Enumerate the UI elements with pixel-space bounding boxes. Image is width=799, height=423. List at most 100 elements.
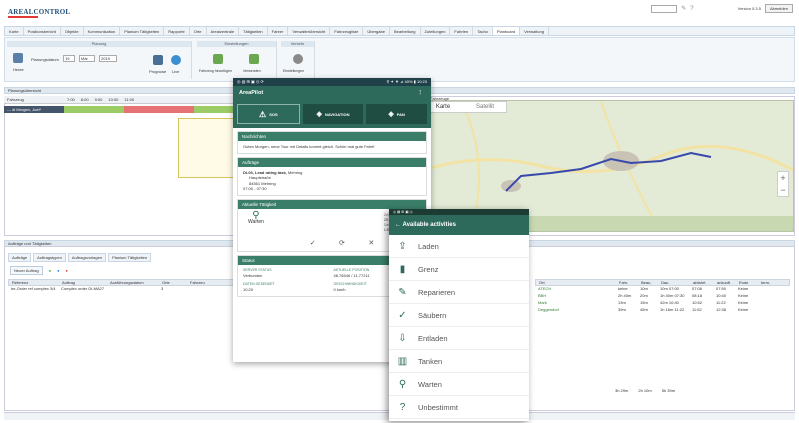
column-header[interactable]: abfahrt xyxy=(690,280,714,285)
messages-card[interactable]: Nachrichten Guten Morgen, neue Tour mit … xyxy=(237,131,427,154)
gear-icon[interactable] xyxy=(293,54,303,64)
nav-tab[interactable]: Planium Tätigkeiten xyxy=(120,27,165,35)
sos-button[interactable]: ⚠ SOS xyxy=(237,104,300,124)
footer-total: 3h 29m xyxy=(615,388,629,393)
logout-button[interactable]: Abmelden xyxy=(764,4,793,13)
nav-tab[interactable]: Übergabe xyxy=(363,27,390,35)
column-header[interactable]: Auftrag xyxy=(59,280,107,285)
grid-header: Fahrzeug 7:00 8:00 9:00 10:00 11:00 xyxy=(4,96,234,104)
grid-col-vehicle: Fahrzeug xyxy=(7,97,24,102)
table-cell: be-Order ref complex 3/4 xyxy=(11,286,56,291)
add-icon[interactable]: ● xyxy=(49,268,51,273)
live-icon[interactable] xyxy=(171,55,181,65)
laden-icon: ⇪ xyxy=(398,240,407,252)
cancel-icon[interactable]: ✕ xyxy=(368,239,374,247)
column-header[interactable]: Ende xyxy=(736,280,758,285)
säubern-icon: ✓ xyxy=(398,309,407,321)
nav-tab[interactable]: Fahrten xyxy=(450,27,474,35)
nav-tab[interactable]: Bearbeitung xyxy=(390,27,421,35)
orders-card[interactable]: Aufträge DI-03, Lead rating task, Mehrin… xyxy=(237,156,427,196)
stops-table-header: Ort Fahr. Beau. Dau. abfahrt ankunft Ende term. xyxy=(535,279,790,286)
calendar-icon[interactable] xyxy=(13,53,23,63)
grid-row-driver[interactable]: --- di Morgen, Joel* xyxy=(4,106,64,113)
today-button[interactable]: Heute xyxy=(13,67,24,72)
delete-icon[interactable]: ● xyxy=(66,268,68,273)
activity-label: Säubern xyxy=(418,310,447,320)
column-header[interactable]: Ort xyxy=(536,280,616,285)
table-cell: 07:50 xyxy=(716,286,727,291)
reparieren-icon: ✎ xyxy=(398,286,407,298)
activity-label: Unbestimmt xyxy=(418,402,459,412)
table-row[interactable]: Mark 13m 15m 42m 10:40 10:52 11:22 Keine xyxy=(535,300,790,307)
nav-tab[interactable]: Fahrzeugliste xyxy=(330,27,364,35)
tab-orders[interactable]: Auftragsvorlagen xyxy=(67,253,107,262)
table-cell xyxy=(106,286,158,293)
column-header[interactable]: Beau. xyxy=(638,280,658,285)
activity-item[interactable]: ✎ Reparieren xyxy=(389,281,529,304)
activities-list: ⇪ Laden ▮ Grenz ✎ Reparieren ✓ Säubern ⇩ Entladen… xyxy=(389,235,529,419)
table-row[interactable]: ATECH keine 10m 10m 07:00 07:06 07:50 Keine xyxy=(535,286,790,293)
table-row[interactable]: Deggendorf 39m 45m 1h 16m 11:22 11:52 12:38 Ke… xyxy=(535,307,790,314)
nav-tab[interactable]: Verwaltung xyxy=(520,27,549,35)
nav-tab[interactable]: Zuteilungen xyxy=(421,27,451,35)
activity-item[interactable]: ✓ Säubern xyxy=(389,304,529,327)
month-select[interactable]: Mär xyxy=(79,55,95,62)
nav-tab[interactable]: Fahrer xyxy=(268,27,289,35)
tab-orders[interactable]: Aufträge xyxy=(8,253,32,262)
column-header[interactable]: Ausführungsdatum xyxy=(107,280,159,285)
confirm-icon[interactable]: ✓ xyxy=(310,239,316,247)
nav-tab[interactable]: Positionsbericht xyxy=(24,27,61,35)
overflow-menu-icon[interactable]: ⋮ xyxy=(418,86,424,100)
nav-tab[interactable]: Tätigkeiten xyxy=(239,27,268,35)
live-label: Live xyxy=(172,69,180,74)
activity-item[interactable]: ⇪ Laden xyxy=(389,235,529,258)
nav-tab[interactable]: Planboard xyxy=(492,27,521,35)
activity-item[interactable]: ▥ Tanken xyxy=(389,350,529,373)
activity-item[interactable]: ⚲ Warten xyxy=(389,373,529,396)
column-header[interactable]: Referenz xyxy=(9,280,59,285)
activity-item[interactable]: ▮ Grenz xyxy=(389,258,529,281)
new-order-button[interactable]: Neuer Auftrag xyxy=(10,266,43,275)
add-vehicle-icon[interactable] xyxy=(213,54,223,64)
column-header[interactable]: Dau. xyxy=(658,280,690,285)
language-select[interactable] xyxy=(651,4,678,13)
activities-popup: ◎ ▤ ⊞ ▣ ◷ ← Available activities ⇪ Laden ▮… xyxy=(389,209,529,421)
activity-item[interactable]: ? Unbestimmt xyxy=(389,396,529,419)
help-icon[interactable]: ? xyxy=(690,6,693,12)
timeline-bar[interactable] xyxy=(194,106,234,113)
table-row[interactable]: BBH 2h 40m 20m 1h 40m 07:30 08:18 10:40 Keine xyxy=(535,293,790,300)
nav-tab[interactable]: Karte xyxy=(5,27,24,35)
column-header[interactable]: ankunft xyxy=(714,280,736,285)
tab-orders[interactable]: Planium Tätigkeiten xyxy=(108,253,152,262)
nav-tab[interactable]: Verwalterübersicht xyxy=(288,27,331,35)
day-field[interactable]: 19 xyxy=(63,55,75,62)
nav-tab[interactable]: Orte xyxy=(190,27,207,35)
pan-button[interactable]: ◈ PAN xyxy=(366,104,428,124)
refresh-icon[interactable]: ⟳ xyxy=(339,239,345,247)
column-header[interactable]: term. xyxy=(758,280,780,285)
map-tab-satellite[interactable]: Satellit xyxy=(464,102,506,112)
nav-tab[interactable]: Kommunikation xyxy=(84,27,121,35)
order-id: DI-03, Lead rating task, xyxy=(243,169,287,175)
nav-tab[interactable]: Objekte xyxy=(61,27,84,35)
edit-icon[interactable]: ✎ xyxy=(681,5,686,12)
vehicle-dropdown[interactable]: Fahrzeuge xyxy=(430,96,449,101)
navigation-button[interactable]: ◈ NAVIGATION xyxy=(302,104,364,124)
phone-app-bar: AreaPilot ⋮ xyxy=(233,86,431,100)
activity-item[interactable]: ⇩ Entladen xyxy=(389,327,529,350)
table-cell: 45m xyxy=(640,307,648,312)
nav-tab[interactable]: Tacho xyxy=(473,27,493,35)
prognosis-icon[interactable] xyxy=(153,55,163,65)
tab-orders[interactable]: Auftragstypen xyxy=(33,253,66,262)
column-header[interactable]: Orte xyxy=(159,280,187,285)
edit-icon[interactable]: ● xyxy=(57,268,59,273)
column-header[interactable]: Fahr. xyxy=(616,280,638,285)
timeline-bar[interactable] xyxy=(64,106,124,113)
timeline-bar[interactable] xyxy=(124,106,194,113)
column-header[interactable]: Fahrzeu xyxy=(187,280,217,285)
year-select[interactable]: 2019 xyxy=(99,55,117,62)
zoom-controls[interactable]: + − xyxy=(777,171,789,197)
nav-tab[interactable]: Arealzentrale xyxy=(207,27,240,35)
use-icon[interactable] xyxy=(249,54,259,64)
nav-tab[interactable]: Rapporte xyxy=(164,27,190,35)
